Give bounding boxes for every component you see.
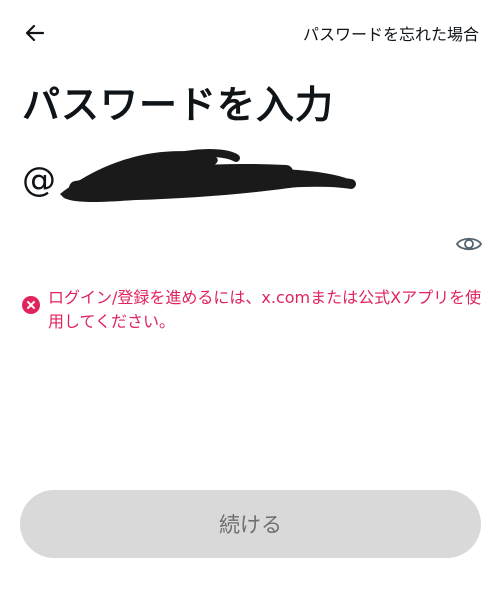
account-identifier: @	[22, 149, 362, 202]
back-button[interactable]	[18, 16, 52, 50]
toggle-password-visibility-button[interactable]	[453, 230, 485, 258]
continue-button[interactable]: 続ける	[20, 490, 481, 558]
error-text: ログイン/登録を進めるには、x.comまたは公式Xアプリを使用してください。	[48, 288, 482, 331]
eye-icon	[455, 237, 483, 251]
forgot-password-link[interactable]: パスワードを忘れた場合	[303, 21, 479, 45]
redaction-scribble	[60, 149, 356, 202]
password-input[interactable]	[22, 222, 442, 266]
error-x-circle-icon	[22, 296, 40, 314]
page-title: パスワードを入力	[22, 83, 335, 127]
arrow-left-icon	[25, 24, 45, 42]
